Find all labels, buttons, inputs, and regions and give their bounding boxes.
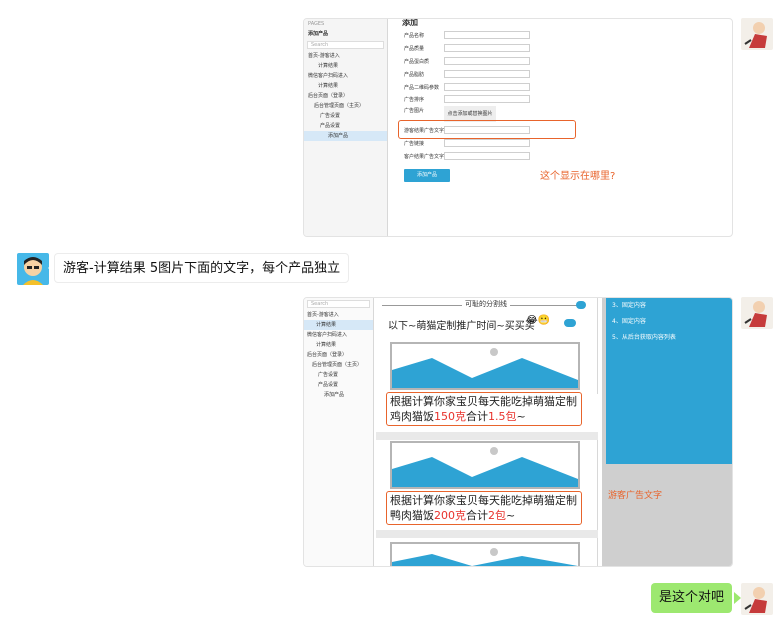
search-input[interactable]: Search: [307, 300, 370, 308]
form-heading: 添加: [402, 18, 418, 27]
product-caption-2: 根据计算你家宝贝每天能吃掉萌猫定制鸭肉猫饭200克合计2包~: [390, 493, 578, 523]
my-avatar[interactable]: [741, 583, 773, 615]
selected-page-title: 添加产品: [308, 31, 329, 37]
section-gap: [376, 432, 598, 440]
field-input[interactable]: [444, 139, 530, 147]
product-image-1: [390, 342, 580, 390]
image-message-form[interactable]: PAGES 添加产品 Search 首页-游客进入 计算结果 微信客户扫码进入 …: [303, 18, 733, 237]
annotation-question: 这个显示在哪里?: [540, 171, 616, 182]
field-label: 客户结果广告文字: [404, 154, 445, 160]
fixed-item: 4、固定内容: [612, 318, 646, 325]
product-caption-1: 根据计算你家宝贝每天能吃掉萌猫定制鸡肉猫饭150克合计1.5包~: [390, 394, 578, 424]
caption-packs: 1.5包: [488, 410, 517, 423]
guest-ad-text: 游客广告文字: [608, 491, 663, 501]
contact-avatar[interactable]: [17, 253, 49, 285]
caption-amount: 150克: [434, 410, 466, 423]
field-label: 广告排序: [404, 97, 425, 103]
image-message-prototype[interactable]: Search 首页-游客进入 计算结果 微信客户扫码进入 计算结果 后台页面（登…: [303, 297, 733, 567]
pages-panel: PAGES 添加产品 Search 首页-游客进入 计算结果 微信客户扫码进入 …: [304, 19, 388, 236]
tree-item[interactable]: 后台管理页面（主页）: [304, 101, 387, 111]
section-gap: [376, 530, 598, 538]
field-label: 产品名称: [404, 33, 425, 39]
tree-item[interactable]: 计算结果: [304, 61, 387, 71]
marker-dot: [564, 319, 576, 327]
field-label: 产品二维码参数: [404, 85, 440, 91]
pages-panel: Search 首页-游客进入 计算结果 微信客户扫码进入 计算结果 后台页面（登…: [304, 298, 374, 566]
tree-item-selected[interactable]: 添加产品: [304, 131, 387, 141]
tree-item[interactable]: 计算结果: [304, 340, 373, 350]
caption-text: ~: [516, 410, 526, 423]
field-input[interactable]: [444, 126, 530, 134]
field-input[interactable]: [444, 95, 530, 103]
product-image-3: [390, 542, 580, 566]
add-product-button[interactable]: 添加产品: [404, 169, 450, 182]
tree-item[interactable]: 首页-游客进入: [304, 310, 373, 320]
field-input[interactable]: [444, 57, 530, 65]
field-input[interactable]: [444, 83, 530, 91]
text-message-mine[interactable]: 是这个对吧: [651, 583, 733, 613]
caption-amount: 200克: [434, 509, 466, 522]
chat-window: PAGES 添加产品 Search 首页-游客进入 计算结果 微信客户扫码进入 …: [0, 0, 777, 619]
tree-item[interactable]: 后台页面（登录）: [304, 91, 387, 101]
tree-item[interactable]: 产品设置: [304, 380, 373, 390]
fixed-item: 3、固定内容: [612, 302, 646, 309]
field-input[interactable]: [444, 70, 530, 78]
caption-text: 合计: [466, 410, 488, 423]
field-label: 广告链接: [404, 141, 425, 147]
tree-item-selected[interactable]: 计算结果: [304, 320, 373, 330]
tree-item[interactable]: 后台页面（登录）: [304, 350, 373, 360]
marker-dot: [576, 301, 586, 309]
field-label: 广告图片: [404, 108, 425, 114]
bubble-tail: [734, 592, 741, 604]
field-label: 产品脂肪: [404, 72, 425, 78]
field-input[interactable]: [444, 31, 530, 39]
tree-item[interactable]: 产品设置: [304, 121, 387, 131]
my-avatar[interactable]: [741, 297, 773, 329]
caption-text: 合计: [466, 509, 488, 522]
tree-item[interactable]: 广告设置: [304, 370, 373, 380]
tree-item[interactable]: 后台管理页面（主页）: [304, 360, 373, 370]
tree-item[interactable]: 微信客户扫码进入: [304, 330, 373, 340]
pages-header: PAGES: [308, 21, 325, 27]
text-message[interactable]: 游客-计算结果 5图片下面的文字，每个产品独立: [54, 253, 350, 283]
product-image-2: [390, 441, 580, 489]
promo-text: 以下~萌猫定制推广时间~买买买: [388, 321, 535, 332]
blue-content-block: 3、固定内容 4、固定内容 5、从后台获取内容列表: [606, 298, 732, 464]
field-input[interactable]: [444, 152, 530, 160]
field-input[interactable]: [444, 44, 530, 52]
field-label: 产品蛋白质: [404, 59, 430, 65]
field-label-highlight: 游客结果广告文字: [404, 128, 445, 134]
tree-item[interactable]: 添加产品: [304, 390, 373, 400]
tree-item[interactable]: 计算结果: [304, 81, 387, 91]
caption-packs: 2包: [488, 509, 506, 522]
tree-item[interactable]: 广告设置: [304, 111, 387, 121]
caption-text: ~: [506, 509, 516, 522]
tree-item[interactable]: 首页-游客进入: [304, 51, 387, 61]
tree-item[interactable]: 微信客户扫码进入: [304, 71, 387, 81]
my-avatar[interactable]: [741, 18, 773, 50]
search-input[interactable]: Search: [307, 41, 384, 49]
list-item: 5、从后台获取内容列表: [612, 334, 676, 341]
field-label: 产品质量: [404, 46, 425, 52]
mobile-page: 可耻的分割线 以下~萌猫定制推广时间~买买买 😂😬 根据计算你家宝贝每天能吃掉萌…: [376, 298, 598, 566]
divider-label: 可耻的分割线: [462, 299, 510, 309]
right-panel: 3、固定内容 4、固定内容 5、从后台获取内容列表 游客广告文字: [602, 298, 732, 566]
emoji: 😂😬: [526, 315, 551, 326]
